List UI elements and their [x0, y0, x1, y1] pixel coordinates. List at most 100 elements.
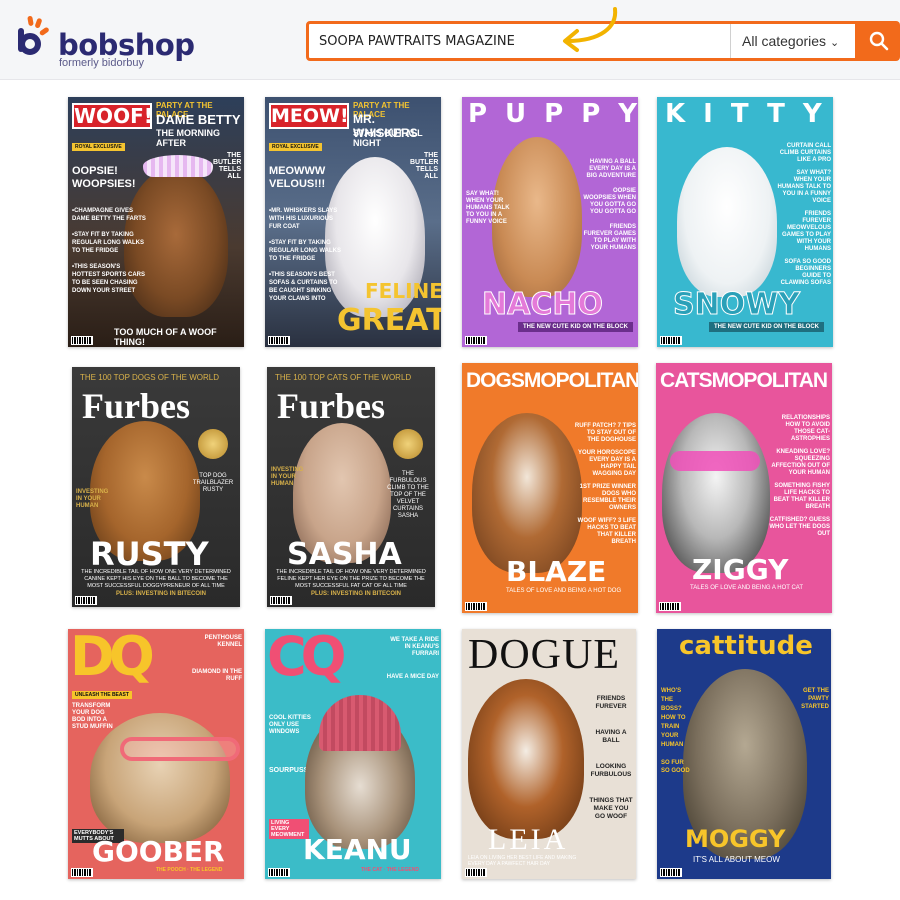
product-card-meow[interactable]: MEOW! PARTY AT THE PALACE MR. WHISKERS S… — [265, 97, 441, 347]
dog-photo — [472, 413, 582, 573]
pet-name: NACHO — [482, 287, 604, 323]
cover-line: RELATIONSHIPS HOW TO AVOID THOSE CAT-AST… — [781, 415, 830, 442]
logo-mark-icon — [18, 15, 49, 55]
barcode-icon — [659, 602, 681, 611]
cover-line: SOFA SO GOOD BEGINNERS GUIDE TO CLAWING … — [780, 259, 831, 286]
subheadline: STAYS OUT ALL NIGHT — [353, 128, 423, 148]
award-seal-icon — [198, 429, 228, 459]
tag-list: PENTHOUSE KENNEL DIAMOND IN THE RUFF — [186, 635, 242, 683]
plus-line: PLUS: INVESTING IN BITECOIN — [116, 591, 207, 597]
category-select[interactable]: All categories ⌄ — [730, 24, 858, 58]
cover-line: •MR. WHISKERS SLAYS WITH HIS LUXURIOUS F… — [269, 208, 338, 230]
ribbon: THE NEW CUTE KID ON THE BLOCK — [518, 322, 633, 332]
product-card-dogue[interactable]: DOGUE FRIENDS FUREVER HAVING A BALL LOOK… — [462, 629, 636, 879]
cover-lines: FRIENDS FUREVER HAVING A BALL LOOKING FU… — [588, 695, 634, 821]
pet-name: GOOBER — [92, 835, 225, 868]
product-card-puppy[interactable]: PUPPY HAVING A BALL EVERY DAY IS A BIG A… — [462, 97, 638, 347]
beanie-icon — [319, 695, 401, 751]
product-card-catsmopolitan[interactable]: CATSMOPOLITAN RELATIONSHIPS HOW TO AVOID… — [656, 363, 832, 613]
product-card-furbes-rusty[interactable]: THE 100 TOP DOGS OF THE WORLD Furbes TOP… — [72, 367, 240, 607]
ribbon: THE CAT · THE LEGEND — [361, 867, 419, 873]
product-card-dq[interactable]: DQ PENTHOUSE KENNEL DIAMOND IN THE RUFF … — [68, 629, 244, 879]
product-card-cattitude[interactable]: cattitude WHO'S THE BOSS? HOW TO TRAIN Y… — [657, 629, 831, 879]
story: LEIA ON LIVING HER BEST LIFE AND MAKING … — [468, 855, 577, 867]
logo-wordmark: bobshop — [58, 28, 195, 62]
cover-line: WOOF WIFF? 3 LIFE HACKS TO BEAT THAT KIL… — [577, 518, 636, 545]
barcode-icon — [268, 336, 290, 345]
barcode-icon — [465, 868, 487, 877]
story: THE INCREDIBLE TAIL OF HOW ONE VERY DETE… — [276, 569, 426, 589]
cover-line: •THIS SEASON'S BEST SOFAS & CURTAINS TO … — [269, 272, 338, 302]
side-blurb: THE FURBULOUS CLIMB TO THE TOP OF THE VE… — [387, 471, 429, 519]
cat-photo — [662, 413, 770, 573]
masthead: PUPPY — [468, 99, 638, 129]
barcode-icon — [75, 596, 97, 605]
product-card-dogsmopolitan[interactable]: DOGSMOPOLITAN RUFF PATCH? 7 TIPS TO STAY… — [462, 363, 638, 613]
product-card-kitty[interactable]: KITTY CURTAIN CALL CLIMB CURTAINS LIKE A… — [657, 97, 833, 347]
cover-lines: HAVING A BALL EVERY DAY IS A BIG ADVENTU… — [580, 159, 636, 252]
cover-line: FRIENDS FUREVER — [595, 695, 627, 710]
masthead: DQ — [70, 629, 155, 688]
site-header: bobshop formerly bidorbuy SOOPA PAWTRAIT… — [0, 0, 900, 80]
left-blurb-2: SO FUR SO GOOD — [661, 760, 690, 774]
plus-line: PLUS: INVESTING IN BITECOIN — [311, 591, 402, 597]
big-text: OOPSIE! WOOPSIES! — [72, 165, 136, 190]
cover-lines: RUFF PATCH? 7 TIPS TO STAY OUT OF THE DO… — [574, 423, 636, 546]
cover-line: •THIS SEASON'S HOTTEST SPORTS CARS TO BE… — [72, 264, 146, 294]
side-blurb: THE BUTLER TELLS ALL — [213, 152, 242, 180]
masthead: cattitude — [679, 631, 813, 661]
dog-photo — [468, 679, 584, 839]
cover-tag: PENTHOUSE KENNEL — [204, 635, 242, 648]
barcode-icon — [465, 336, 487, 345]
product-card-cq[interactable]: CQ WE TAKE A RIDE IN KEANU'S FURRARI HAV… — [265, 629, 441, 879]
product-card-woof[interactable]: WOOF! PARTY AT THE PALACE DAME BETTY THE… — [68, 97, 244, 347]
cover-tag: COOL KITTIES ONLY USE WINDOWS — [269, 715, 311, 735]
cover-tag: UNLEASH THE BEAST — [72, 691, 132, 699]
pet-name: MOGGY — [685, 825, 786, 853]
award-seal-icon — [393, 429, 423, 459]
side-blurb: TOP DOG TRAILBLAZER RUSTY — [192, 473, 234, 493]
masthead: CATSMOPOLITAN — [660, 369, 828, 392]
cover-line: RUFF PATCH? 7 TIPS TO STAY OUT OF THE DO… — [574, 423, 636, 443]
cover-lines: CURTAIN CALL CLIMB CURTAINS LIKE A PRO S… — [777, 143, 831, 287]
search-button[interactable] — [857, 21, 900, 61]
cover-line: YOUR HOROSCOPE EVERY DAY IS A HAPPY TAIL… — [577, 450, 636, 477]
ribbon: THE NEW CUTE KID ON THE BLOCK — [709, 322, 824, 332]
pet-name: ZIGGY — [692, 553, 789, 586]
pet-name: SNOWY — [672, 287, 801, 323]
left-blurb: INVESTING IN YOUR HUMAN — [76, 489, 109, 509]
ribbon: TALES OF LOVE AND BEING A HOT DOG — [506, 588, 622, 594]
search-input[interactable]: SOOPA PAWTRAITS MAGAZINE — [319, 30, 719, 54]
footer-line-1: FELINE — [365, 279, 441, 303]
cover-line: •STAY FIT BY TAKING REGULAR LONG WALKS T… — [72, 232, 144, 254]
left-blurb: TRANSFORM YOUR DOG BOD INTO A STUD MUFFI… — [72, 703, 113, 730]
masthead: DOGSMOPOLITAN — [466, 369, 638, 392]
pet-name: SASHA — [287, 537, 402, 572]
masthead: MEOW! — [269, 103, 349, 129]
masthead: WOOF! — [72, 103, 153, 129]
cover-line: •STAY FIT BY TAKING REGULAR LONG WALKS T… — [269, 240, 341, 262]
chevron-down-icon: ⌄ — [830, 37, 840, 49]
badge: ROYAL EXCLUSIVE — [269, 143, 322, 151]
bobshop-logo[interactable]: bobshop formerly bidorbuy — [8, 14, 208, 70]
masthead: Furbes — [82, 386, 190, 426]
pet-name: LEIA — [488, 823, 569, 856]
dog-photo — [90, 713, 230, 843]
cover-line: KNEADING LOVE? SQUEEZING AFFECTION OUT O… — [771, 449, 830, 476]
masthead: CQ — [267, 629, 347, 688]
cover-lines: RELATIONSHIPS HOW TO AVOID THOSE CAT-AST… — [768, 415, 830, 538]
side-blurb: THE BUTLER TELLS ALL — [410, 152, 439, 180]
barcode-icon — [71, 868, 93, 877]
ribbon: TALES OF LOVE AND BEING A HOT CAT — [690, 585, 804, 591]
cover-line: FRIENDS FUREVER GAMES TO PLAY WITH YOUR … — [583, 224, 636, 251]
cover-line: HAVING A BALL — [595, 729, 627, 744]
barcode-icon — [268, 868, 290, 877]
left-blurb: WHO'S THE BOSS? HOW TO TRAIN YOUR HUMAN — [661, 688, 686, 748]
cat-photo — [677, 147, 777, 297]
product-card-furbes-sasha[interactable]: THE 100 TOP CATS OF THE WORLD Furbes THE… — [267, 367, 435, 607]
cover-line: OOPSIE WOOPSIES WHEN YOU GOTTA GO YOU GO… — [583, 188, 636, 215]
pet-name: BLAZE — [506, 555, 607, 588]
cover-lines: •MR. WHISKERS SLAYS WITH HIS LUXURIOUS F… — [269, 207, 345, 303]
barcode-icon — [660, 868, 682, 877]
kicker: THE 100 TOP CATS OF THE WORLD — [275, 373, 412, 382]
